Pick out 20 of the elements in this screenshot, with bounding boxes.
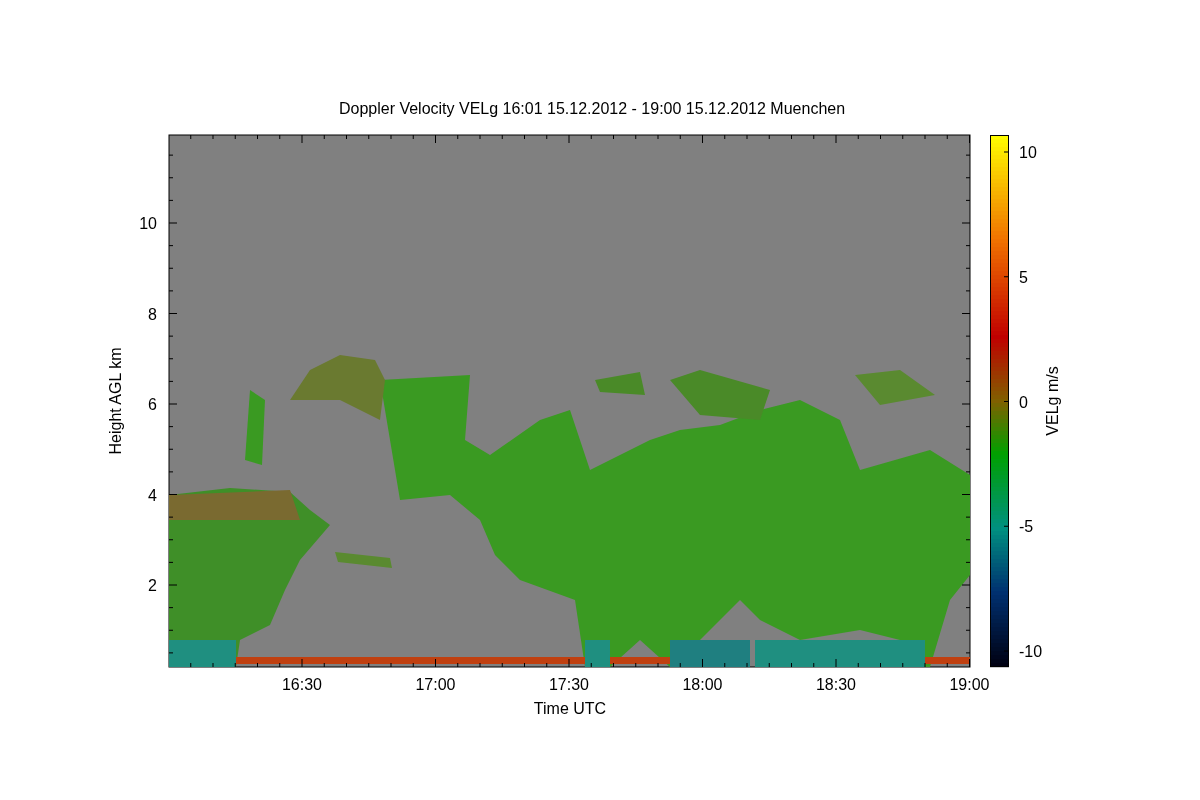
- tick-label: 0: [1019, 393, 1028, 411]
- tick-label: 2: [148, 577, 157, 594]
- axis-label: Height AGL km: [107, 347, 124, 455]
- tick-label: 16:30: [282, 676, 322, 693]
- tick-label: 10: [139, 215, 157, 232]
- tick-label: 8: [148, 305, 157, 323]
- tick-label: 18:30: [816, 676, 856, 693]
- tick-label: 5: [1019, 268, 1028, 286]
- tick-label: 18:00: [682, 676, 723, 693]
- tick-label: 6: [148, 396, 157, 413]
- tick-label: -10: [1019, 643, 1043, 660]
- tick-label: 17:00: [415, 676, 456, 693]
- tick-label: -5: [1019, 518, 1034, 536]
- tick-label: 4: [148, 486, 157, 504]
- axis-label: Time UTC: [533, 700, 607, 717]
- tick-label: 19:00: [949, 676, 990, 693]
- plot-title: Doppler Velocity VELg 16:01 15.12.2012 - 19:00 15.12.2012 Muenchen: [338, 100, 846, 117]
- colorbar-label: VELg m/s: [1044, 366, 1061, 436]
- tick-label: 17:30: [549, 676, 589, 693]
- tick-label: 10: [1019, 144, 1037, 161]
